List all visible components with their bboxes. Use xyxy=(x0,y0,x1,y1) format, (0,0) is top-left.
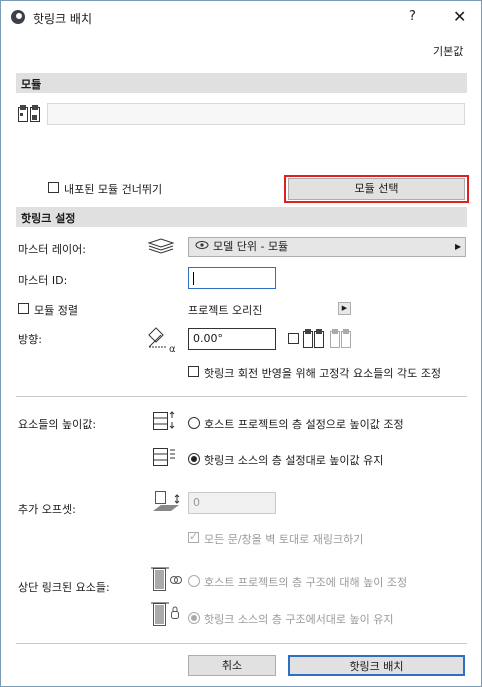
origin-select-button[interactable]: ▶ xyxy=(338,302,351,315)
story-elevation-source-icon xyxy=(151,444,179,473)
mirror-checkbox[interactable] xyxy=(288,333,299,344)
offset-label: 추가 오프셋: xyxy=(18,503,76,516)
layers-icon xyxy=(147,237,175,258)
master-layer-dropdown[interactable]: 모델 단위 - 모듈 ▶ xyxy=(188,237,466,257)
master-layer-value: 모델 단위 - 모듈 xyxy=(213,240,289,253)
section-divider-1 xyxy=(16,396,467,397)
relink-checkbox[interactable] xyxy=(188,530,199,543)
orientation-field[interactable]: 0.00° xyxy=(188,328,276,350)
svg-text:α: α xyxy=(169,344,176,355)
app-logo-icon xyxy=(11,10,25,24)
master-id-label: 마스터 ID: xyxy=(18,274,68,287)
origin-label: 프로젝트 오리진 xyxy=(188,304,263,317)
dropdown-arrow-icon: ▶ xyxy=(455,242,462,251)
window-title: 핫링크 배치 xyxy=(33,12,93,26)
text-cursor xyxy=(193,271,194,285)
top-linked-source-label: 핫링크 소스의 층 구조에서대로 높이 유지 xyxy=(204,613,394,626)
cancel-button[interactable]: 취소 xyxy=(188,655,276,676)
title-bar: 핫링크 배치 ? ✕ xyxy=(1,1,481,33)
align-module-checkbox[interactable] xyxy=(18,303,29,314)
top-linked-source-radio[interactable] xyxy=(188,612,200,624)
relink-label: 모든 문/창을 벽 토대로 재링크하기 xyxy=(204,533,364,546)
elevation-host-label: 호스트 프로젝트의 층 설정으로 높이값 조정 xyxy=(204,418,404,431)
module-path-field xyxy=(47,103,465,125)
align-module-label: 모듈 정렬 xyxy=(34,304,78,317)
elevation-source-radio[interactable] xyxy=(188,453,200,465)
elevation-source-label: 핫링크 소스의 층 설정대로 높이값 유지 xyxy=(204,454,384,467)
defaults-link[interactable]: 기본값 xyxy=(433,43,463,59)
top-linked-label: 상단 링크된 요소들: xyxy=(18,581,110,594)
top-linked-host-icon xyxy=(149,566,183,597)
top-linked-host-label: 호스트 프로젝트의 층 구조에 대해 높이 조정 xyxy=(204,576,408,589)
skip-nested-checkbox[interactable] xyxy=(48,182,59,193)
elevation-label: 요소들의 높이값: xyxy=(18,418,97,431)
master-layer-label: 마스터 레이어: xyxy=(18,243,86,256)
elevation-host-radio[interactable] xyxy=(188,417,200,429)
module-section-header: 모듈 xyxy=(16,73,467,93)
adjust-angle-label: 핫링크 회전 반영을 위해 고정각 요소들의 각도 조정 xyxy=(204,367,441,380)
hotlink-settings-title: 핫링크 설정 xyxy=(21,212,76,225)
eye-icon xyxy=(195,238,209,256)
module-section-title: 모듈 xyxy=(21,78,42,91)
offset-icon xyxy=(151,489,185,518)
top-linked-source-icon xyxy=(149,601,183,632)
skip-nested-label: 내포된 모듈 건너뛰기 xyxy=(64,183,163,196)
master-id-field[interactable] xyxy=(188,267,276,289)
close-button[interactable]: ✕ xyxy=(453,7,466,26)
adjust-angle-checkbox[interactable] xyxy=(188,366,199,377)
rotation-angle-icon: α xyxy=(145,327,179,358)
story-elevation-host-icon xyxy=(151,408,179,437)
section-divider-2 xyxy=(16,643,467,644)
place-hotlink-button[interactable]: 핫링크 배치 xyxy=(288,655,465,676)
select-module-button[interactable]: 모듈 선택 xyxy=(288,178,465,200)
module-file-icon xyxy=(18,104,40,125)
hotlink-settings-header: 핫링크 설정 xyxy=(16,207,467,227)
help-button[interactable]: ? xyxy=(409,9,416,24)
hotlink-placement-dialog: 핫링크 배치 ? ✕ 기본값 모듈 내포된 모듈 건너뛰기 모듈 선택 핫링크 … xyxy=(0,0,482,687)
mirror-module-icon xyxy=(303,327,351,352)
offset-field[interactable]: 0 xyxy=(188,492,276,514)
top-linked-host-radio[interactable] xyxy=(188,575,200,587)
orientation-label: 방향: xyxy=(18,333,42,346)
